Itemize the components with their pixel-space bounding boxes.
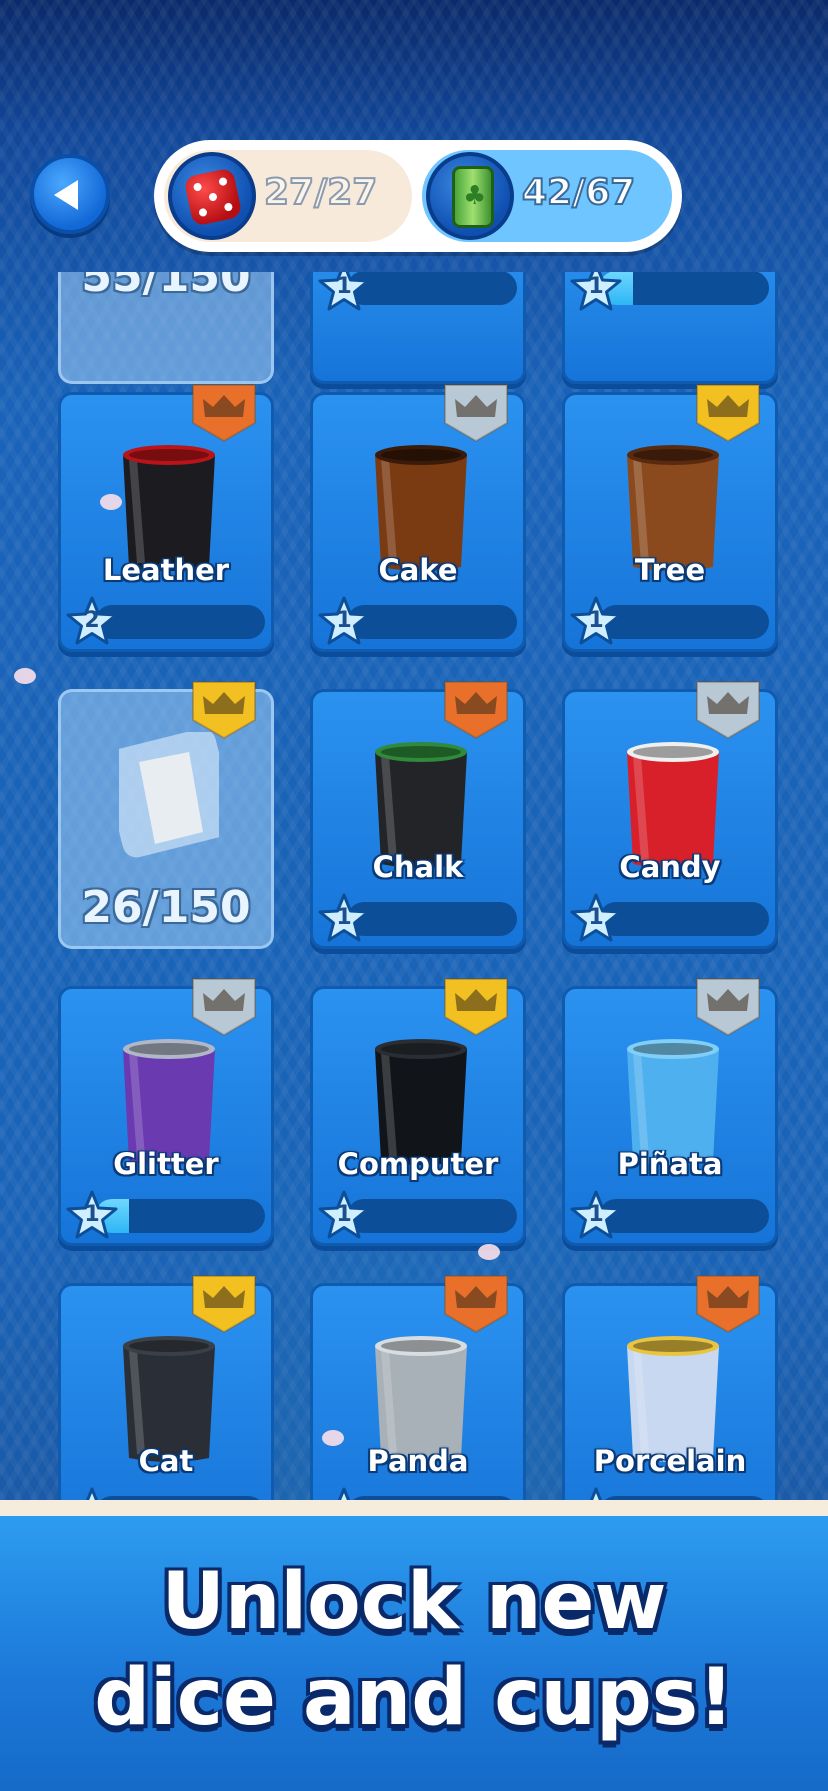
red-die-icon	[183, 167, 243, 227]
cup-card-cake[interactable]: Cake 1	[310, 384, 526, 652]
cup-card-porcelain[interactable]: Porcelain1	[562, 1275, 778, 1502]
cup-card-panda[interactable]: Panda1	[310, 1275, 526, 1502]
cup-collection-grid: 55/150 Ice1 Space1 Leather2 Cake 1 Tree 1 26/150…	[0, 272, 828, 1502]
cups-badge	[426, 152, 514, 240]
cup-card-candy[interactable]: Candy 1	[562, 681, 778, 949]
cup-name-label: Computer	[337, 1147, 499, 1181]
cup-card-leather[interactable]: Leather 2	[58, 384, 274, 652]
level-progress-bar	[347, 902, 517, 936]
cups-count-label: 42/67	[521, 171, 636, 214]
unlock-progress-label: 26/150	[81, 882, 251, 933]
cup-name-label: Cake	[378, 553, 458, 587]
level-progress-bar	[599, 272, 769, 305]
cherry-petal-decoration	[14, 668, 36, 684]
level-star-icon: 1	[317, 1189, 371, 1243]
level-star-icon: 1	[569, 892, 623, 946]
level-star-icon: 1	[317, 272, 371, 315]
silver-crown-icon	[696, 978, 760, 1037]
cup-name-label: Tree	[634, 553, 706, 587]
cup-name-label: Cat	[138, 1444, 194, 1478]
cup-card-locked-0[interactable]: 55/150	[58, 272, 274, 384]
level-star-icon: 1	[569, 595, 623, 649]
dice-badge	[168, 152, 256, 240]
level-progress-bar	[95, 605, 265, 639]
cherry-petal-decoration	[100, 494, 122, 510]
gold-crown-icon	[192, 681, 256, 740]
cup-card-glitter[interactable]: Glitter 1	[58, 978, 274, 1246]
gold-crown-icon	[696, 384, 760, 443]
level-star-icon: 1	[569, 272, 623, 315]
cups-counter[interactable]: 42/67	[422, 150, 672, 242]
promo-line-1: Unlock new	[161, 1557, 667, 1647]
level-number-label: 1	[336, 905, 352, 930]
locked-cup-preview-icon	[119, 732, 219, 858]
level-star-icon: 2	[65, 595, 119, 649]
bronze-crown-icon	[696, 1275, 760, 1334]
level-progress-bar	[599, 605, 769, 639]
level-number-label: 1	[588, 1202, 604, 1227]
gold-crown-icon	[444, 978, 508, 1037]
level-star-icon: 1	[569, 1189, 623, 1243]
level-progress-bar	[599, 902, 769, 936]
level-number-label: 1	[588, 608, 604, 633]
promo-banner: Unlock new dice and cups!	[0, 1500, 828, 1791]
bronze-crown-icon	[444, 1275, 508, 1334]
bronze-crown-icon	[444, 681, 508, 740]
cup-name-label: Glitter	[113, 1147, 219, 1181]
level-progress-bar	[347, 1199, 517, 1233]
level-star-icon: 1	[317, 595, 371, 649]
level-number-label: 2	[84, 608, 100, 633]
cup-card-chalk[interactable]: Chalk 1	[310, 681, 526, 949]
dice-count-label: 27/27	[263, 171, 378, 214]
level-progress-bar	[95, 1199, 265, 1233]
cup-card-locked-6[interactable]: 26/150	[58, 681, 274, 949]
back-arrow-icon	[54, 180, 78, 210]
level-number-label: 1	[84, 1202, 100, 1227]
level-star-icon: 1	[65, 1189, 119, 1243]
cup-card-tree[interactable]: Tree 1	[562, 384, 778, 652]
silver-crown-icon	[192, 978, 256, 1037]
promo-line-2: dice and cups!	[94, 1653, 734, 1743]
level-progress-bar	[347, 272, 517, 305]
unlock-progress-label: 55/150	[81, 272, 251, 302]
level-number-label: 1	[336, 274, 352, 299]
silver-crown-icon	[696, 681, 760, 740]
level-progress-bar	[347, 605, 517, 639]
back-button[interactable]	[30, 154, 110, 234]
cup-card-pi-ata[interactable]: Piñata 1	[562, 978, 778, 1246]
level-number-label: 1	[336, 1202, 352, 1227]
cup-name-label: Piñata	[617, 1147, 723, 1181]
bronze-crown-icon	[192, 384, 256, 443]
cup-name-label: Chalk	[372, 850, 464, 884]
gold-crown-icon	[192, 1275, 256, 1334]
cup-card-space[interactable]: Space1	[562, 272, 778, 384]
dice-counter[interactable]: 27/27	[164, 150, 412, 242]
resource-bar: 27/27 42/67	[154, 140, 682, 252]
green-clover-can-icon	[452, 166, 494, 228]
cup-name-label: Candy	[619, 850, 721, 884]
level-progress-bar	[599, 1199, 769, 1233]
cup-card-computer[interactable]: Computer 1	[310, 978, 526, 1246]
level-star-icon: 1	[317, 892, 371, 946]
cup-name-label: Porcelain	[593, 1444, 747, 1478]
level-number-label: 1	[588, 905, 604, 930]
cup-name-label: Panda	[367, 1444, 469, 1478]
level-number-label: 1	[336, 608, 352, 633]
cup-name-label: Leather	[102, 553, 230, 587]
cup-card-ice[interactable]: Ice1	[310, 272, 526, 384]
cherry-petal-decoration	[322, 1430, 344, 1446]
level-number-label: 1	[588, 274, 604, 299]
cherry-petal-decoration	[478, 1244, 500, 1260]
silver-crown-icon	[444, 384, 508, 443]
cup-card-cat[interactable]: Cat1	[58, 1275, 274, 1502]
